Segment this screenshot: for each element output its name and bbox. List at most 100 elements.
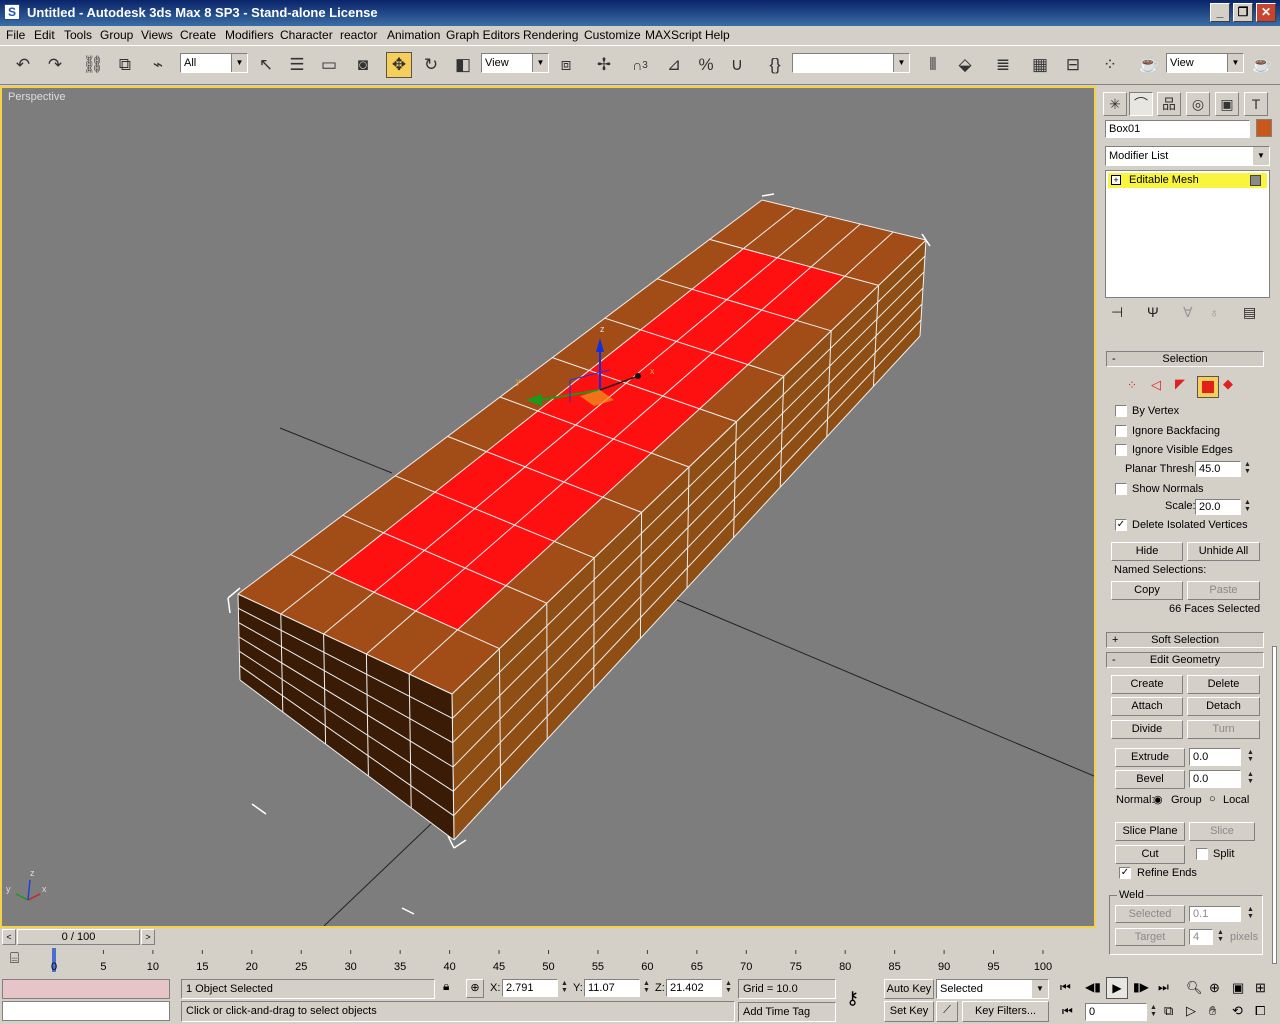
x-spinner[interactable]: ▲ ▼ <box>559 980 570 996</box>
rect-selection-icon[interactable]: ▭ <box>316 52 342 78</box>
motion-tab-icon[interactable]: ◎ <box>1186 92 1210 116</box>
expand-icon[interactable]: + <box>1111 175 1121 185</box>
mini-curve-editor-icon[interactable]: ⌸ <box>10 950 19 967</box>
make-unique-icon[interactable]: ∀ <box>1183 304 1193 321</box>
show-end-result-icon[interactable]: Ψ <box>1147 304 1159 320</box>
cut-button[interactable]: Cut <box>1115 845 1185 864</box>
next-frame-icon[interactable]: ▮▶ <box>1133 980 1149 994</box>
unhide-all-button[interactable]: Unhide All <box>1187 542 1260 561</box>
weld-target-spinner[interactable]: ▲ ▼ <box>1215 929 1226 945</box>
scene-canvas[interactable]: zxyzxy <box>2 88 1094 926</box>
track-bar[interactable]: ⌸ 0 5 10 15 20 25 30 35 40 45 50 55 60 65 70 75 80 85 90 95… <box>0 946 1096 976</box>
perspective-viewport[interactable]: Perspective zxyzxy <box>0 86 1096 928</box>
polygon-mode-icon[interactable] <box>1197 376 1219 398</box>
delete-button[interactable]: Delete <box>1187 675 1260 694</box>
menu-character[interactable]: Character <box>280 27 333 43</box>
create-button[interactable]: Create <box>1111 675 1183 694</box>
select-move-icon[interactable]: ✥ <box>386 52 412 78</box>
menu-group[interactable]: Group <box>100 27 133 43</box>
configure-sets-icon[interactable]: ▤ <box>1243 304 1256 321</box>
play-icon[interactable]: ▶ <box>1106 977 1128 999</box>
maxscript-listener[interactable] <box>2 979 170 999</box>
add-time-tag[interactable]: Add Time Tag <box>738 1002 836 1022</box>
by-vertex-checkbox[interactable] <box>1115 405 1127 417</box>
remove-modifier-icon[interactable]: ♁ <box>1209 304 1220 320</box>
select-link-icon[interactable]: ⛓ <box>80 52 106 78</box>
select-object-icon[interactable]: ↖ <box>253 52 279 78</box>
time-config-icon[interactable]: ⧉ <box>1164 1003 1173 1019</box>
layer-manager-icon[interactable]: ≣ <box>990 52 1016 78</box>
field-of-view-icon[interactable]: ▷ <box>1186 1003 1196 1019</box>
named-selection-dropdown[interactable]: ▼ <box>792 53 910 73</box>
paste-button[interactable]: Paste <box>1187 581 1260 600</box>
lock-selection-icon[interactable]: 🔒︎ <box>443 979 449 994</box>
maxscript-mini-input[interactable] <box>2 1001 170 1021</box>
weld-target-field[interactable]: 4 <box>1189 929 1213 945</box>
extrude-button[interactable]: Extrude <box>1115 748 1185 767</box>
stack-item-editable-mesh[interactable]: + Editable Mesh <box>1108 173 1267 188</box>
absolute-mode-icon[interactable]: ⊕ <box>466 979 484 998</box>
bind-space-warp-icon[interactable]: ⌁ <box>145 52 171 78</box>
ref-coord-dropdown[interactable]: View ▼ <box>481 53 549 73</box>
auto-key-button[interactable]: Auto Key <box>884 979 934 999</box>
split-checkbox[interactable] <box>1196 848 1208 860</box>
menu-modifiers[interactable]: Modifiers <box>225 27 274 43</box>
menu-create[interactable]: Create <box>180 27 216 43</box>
key-mode-toggle-icon[interactable]: ⏮ <box>1062 1004 1073 1019</box>
render-scene-icon[interactable]: ☕ <box>1136 52 1162 78</box>
face-mode-icon[interactable]: ◤ <box>1175 376 1185 392</box>
delete-isolated-checkbox[interactable]: ✓ <box>1115 519 1127 531</box>
minimize-button[interactable]: _ <box>1210 3 1230 22</box>
arc-rotate-icon[interactable]: ⟲ <box>1232 1003 1243 1019</box>
attach-button[interactable]: Attach <box>1111 697 1183 716</box>
bevel-field[interactable]: 0.0 <box>1189 770 1241 788</box>
turn-button[interactable]: Turn <box>1187 720 1260 739</box>
time-slider[interactable]: < 0 / 100 > <box>0 928 1096 946</box>
weld-selected-button[interactable]: Selected <box>1115 905 1185 923</box>
snap-3-icon[interactable]: ∩ 3 <box>627 52 653 78</box>
planar-thresh-spinner[interactable]: ▲ ▼ <box>1242 461 1253 477</box>
edit-geometry-rollout-header[interactable]: - Edit Geometry <box>1106 652 1264 668</box>
edge-mode-icon[interactable]: ◁ <box>1151 377 1161 393</box>
y-spinner[interactable]: ▲ ▼ <box>641 980 652 996</box>
spinner-snap-icon[interactable]: ∪ <box>724 52 750 78</box>
set-key-mode-icon[interactable]: ⚷ <box>846 988 859 1009</box>
zoom-icon[interactable]: 🔍︎ <box>1186 980 1203 996</box>
zoom-all-icon[interactable]: ⊕ <box>1209 980 1220 996</box>
hierarchy-tab-icon[interactable]: 品 <box>1157 92 1181 116</box>
menu-reactor[interactable]: reactor <box>340 27 377 43</box>
ignore-visible-edges-checkbox[interactable] <box>1115 444 1127 456</box>
app-icon[interactable]: S <box>4 4 20 20</box>
schematic-view-icon[interactable]: ⊟ <box>1060 52 1086 78</box>
menu-graph-editors[interactable]: Graph Editors <box>446 27 520 43</box>
modify-tab-icon[interactable]: ⌒ <box>1129 92 1153 116</box>
close-button[interactable]: ✕ <box>1256 3 1276 22</box>
go-to-end-icon[interactable]: ⏭ <box>1158 980 1169 995</box>
restore-button[interactable]: ❐ <box>1233 3 1253 22</box>
set-key-button[interactable]: Set Key <box>884 1001 934 1022</box>
percent-snap-icon[interactable]: % <box>693 52 719 78</box>
select-rotate-icon[interactable]: ↻ <box>418 52 444 78</box>
x-coord-field[interactable]: 2.791 <box>502 979 558 997</box>
copy-button[interactable]: Copy <box>1111 581 1183 600</box>
select-scale-icon[interactable]: ◧ <box>450 52 476 78</box>
time-slider-thumb[interactable]: 0 / 100 <box>17 929 140 945</box>
z-coord-field[interactable]: 21.402 <box>666 979 722 997</box>
bevel-spinner[interactable]: ▲ ▼ <box>1245 771 1256 787</box>
mirror-icon[interactable]: ⫴ <box>920 52 946 78</box>
previous-frame-icon[interactable]: ◀▮ <box>1085 980 1101 994</box>
menu-help[interactable]: Help <box>705 27 730 43</box>
pivot-center-icon[interactable]: ⧈ <box>553 52 579 78</box>
redo-icon[interactable]: ↷ <box>42 52 68 78</box>
pan-icon[interactable]: ✋︎ <box>1209 1003 1216 1019</box>
go-to-start-icon[interactable]: ⏮ <box>1060 980 1071 995</box>
curve-editor-icon[interactable]: ▦ <box>1027 52 1053 78</box>
panel-scrollbar[interactable] <box>1272 646 1277 964</box>
menu-animation[interactable]: Animation <box>387 27 440 43</box>
time-next-icon[interactable]: > <box>141 929 155 945</box>
planar-thresh-field[interactable]: 45.0 <box>1195 461 1241 477</box>
slice-plane-button[interactable]: Slice Plane <box>1115 822 1185 841</box>
menu-file[interactable]: File <box>6 27 25 43</box>
object-color-swatch[interactable] <box>1256 119 1272 137</box>
render-view-dropdown[interactable]: View ▼ <box>1166 53 1244 73</box>
